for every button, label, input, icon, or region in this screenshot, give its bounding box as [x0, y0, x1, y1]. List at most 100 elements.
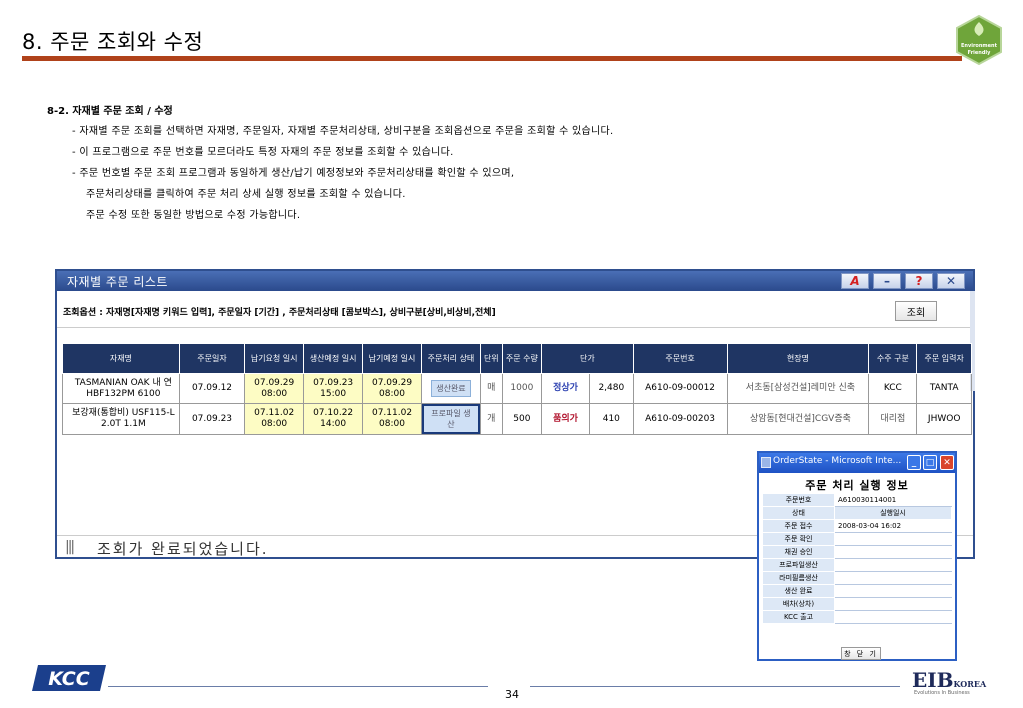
- order-state-button[interactable]: 생산완료: [431, 380, 471, 397]
- user-cell: JHWOO: [916, 403, 972, 435]
- eib-logo: EIBKOREA: [912, 668, 986, 692]
- order-date-cell: 07.09.23: [178, 403, 246, 435]
- column-header: 주문 수량: [501, 343, 543, 374]
- kcc-logo-text: KCC: [48, 668, 89, 690]
- order-date-cell: 07.09.12: [178, 373, 246, 404]
- step-label: 주문 확인: [762, 532, 835, 546]
- step-label: 생산 완료: [762, 584, 835, 598]
- table-row[interactable]: 보강재(통합비) USF115-L 2.0T 1.1M 07.09.23 07.…: [62, 403, 972, 435]
- order-state-cell[interactable]: 프로파일 생산: [420, 403, 481, 435]
- material-cell: TASMANIAN OAK 내 연 HBF132PM 6100: [62, 373, 180, 404]
- column-header: 단가: [541, 343, 634, 374]
- window-titlebar: 자재별 주문 리스트 A – ? ✕: [57, 271, 973, 291]
- price-type-cell: 정상가: [541, 373, 590, 404]
- eib-logo-suffix: KOREA: [953, 679, 987, 689]
- query-options: 조회옵션 : 자재명[자재명 키워드 입력], 주문일자 [기간] , 주문처리…: [63, 308, 496, 318]
- column-header: 주문일자: [178, 343, 246, 374]
- step-time: 2008-03-04 16:02: [834, 519, 952, 533]
- kcc-logo: KCC: [32, 665, 106, 691]
- column-header: 실행일시: [834, 506, 952, 520]
- step-label: 주문 접수: [762, 519, 835, 533]
- column-header: 주문번호: [632, 343, 728, 374]
- step-time: [834, 597, 952, 611]
- acrobat-icon[interactable]: A: [841, 273, 869, 289]
- column-header: 납기요청 일시: [244, 343, 305, 374]
- delivery-datetime-cell: 07.11.02 08:00: [362, 403, 422, 435]
- production-datetime-cell: 07.10.22 14:00: [303, 403, 364, 435]
- column-header: 주문처리 상태: [420, 343, 481, 374]
- site-cell: 상암동[현대건설]CGV증축: [726, 403, 870, 435]
- table-row: 라미필름생산: [762, 571, 952, 585]
- step-label: 라미필름생산: [762, 571, 835, 585]
- order-state-button[interactable]: 프로파일 생산: [421, 404, 480, 434]
- quantity-cell: 500: [501, 403, 543, 435]
- minimize-icon[interactable]: –: [873, 273, 901, 289]
- material-cell: 보강재(통합비) USF115-L 2.0T 1.1M: [62, 403, 180, 435]
- footer-divider: [530, 686, 900, 687]
- grip-icon: |||: [65, 539, 75, 555]
- section-heading: 8-2. 자재별 주문 조회 / 수정: [47, 106, 173, 117]
- step-label: 프로파일생산: [762, 558, 835, 572]
- status-text: 조회가 완료되었습니다.: [97, 540, 269, 558]
- svg-text:Environment: Environment: [961, 43, 998, 49]
- query-button[interactable]: 조회: [895, 301, 937, 321]
- popup-heading: 주문 처리 실행 정보: [805, 479, 909, 492]
- description-line: - 이 프로그램으로 주문 번호를 모르더라도 특정 자재의 주문 정보를 조회…: [72, 147, 454, 158]
- eib-tagline: Evolutions In Business: [914, 690, 970, 696]
- column-header: 주문 입력자: [916, 343, 972, 374]
- step-time: [834, 545, 952, 559]
- slide-title: 8. 주문 조회와 수정: [22, 30, 204, 54]
- close-icon[interactable]: ✕: [937, 273, 965, 289]
- table-row[interactable]: TASMANIAN OAK 내 연 HBF132PM 6100 07.09.12…: [62, 373, 972, 404]
- order-type-cell: 대리점: [868, 403, 918, 435]
- column-header: 자재명: [62, 343, 180, 374]
- column-header: 단위: [479, 343, 503, 374]
- column-header: 수주 구분: [868, 343, 918, 374]
- title-divider: [22, 56, 962, 61]
- step-label: 배차(상차): [762, 597, 835, 611]
- table-header-row: 자재명 주문일자 납기요청 일시 생산예정 일시 납기예정 일시 주문처리 상태…: [62, 343, 972, 374]
- table-row: 배차(상차): [762, 597, 952, 611]
- step-time: [834, 571, 952, 585]
- table-row: 주문 접수 2008-03-04 16:02: [762, 519, 952, 533]
- popup-titlebar: OrderState - Microsoft Inte... _ □ ✕: [759, 453, 955, 473]
- request-datetime-cell: 07.11.02 08:00: [244, 403, 305, 435]
- site-cell: 서초동[삼성건설]레미안 신축: [726, 373, 870, 404]
- delivery-datetime-cell: 07.09.29 08:00: [362, 373, 422, 404]
- order-number-label: 주문번호: [762, 493, 835, 507]
- description-line: - 자재별 주문 조회를 선택하면 자재명, 주문일자, 자재별 주문처리상태,…: [72, 126, 614, 137]
- unit-cell: 개: [479, 403, 503, 435]
- execution-info-table: 주문번호 A610030114001 상태 실행일시 주문 접수 2008-03-…: [762, 493, 952, 624]
- step-time: [834, 532, 952, 546]
- order-state-cell[interactable]: 생산완료: [420, 373, 481, 404]
- price-cell: 410: [589, 403, 634, 435]
- eib-logo-text: EIB: [912, 668, 954, 692]
- maximize-icon[interactable]: □: [923, 455, 937, 470]
- quantity-cell: 1000: [501, 373, 543, 404]
- description-line: 주문처리상태를 클릭하여 주문 처리 상세 실행 정보를 조회할 수 있습니다.: [86, 189, 406, 200]
- order-number-cell: A610-09-00012: [632, 373, 728, 404]
- table-row: 주문번호 A610030114001: [762, 493, 952, 507]
- window-title: 자재별 주문 리스트: [67, 275, 168, 289]
- minimize-icon[interactable]: _: [907, 455, 921, 470]
- environment-friendly-badge-icon: Environment Friendly: [956, 14, 1002, 66]
- svg-text:Friendly: Friendly: [968, 50, 992, 56]
- step-time: [834, 558, 952, 572]
- table-row: KCC 출고: [762, 610, 952, 624]
- price-cell: 2,480: [589, 373, 634, 404]
- column-header: 납기예정 일시: [362, 343, 422, 374]
- user-cell: TANTA: [916, 373, 972, 404]
- page-number: 34: [505, 688, 519, 701]
- table-row: 상태 실행일시: [762, 506, 952, 520]
- popup-title: OrderState - Microsoft Inte...: [773, 456, 902, 466]
- close-window-button[interactable]: 창 닫 기: [841, 647, 881, 660]
- close-icon[interactable]: ✕: [940, 455, 954, 470]
- column-header: 생산예정 일시: [303, 343, 364, 374]
- step-time: [834, 584, 952, 598]
- order-number-cell: A610-09-00203: [632, 403, 728, 435]
- step-label: KCC 출고: [762, 610, 835, 624]
- unit-cell: 매: [479, 373, 503, 404]
- description-line: - 주문 번호별 주문 조회 프로그램과 동일하게 생산/납기 예정정보와 주문…: [72, 168, 515, 179]
- help-icon[interactable]: ?: [905, 273, 933, 289]
- order-table: 자재명 주문일자 납기요청 일시 생산예정 일시 납기예정 일시 주문처리 상태…: [62, 343, 972, 435]
